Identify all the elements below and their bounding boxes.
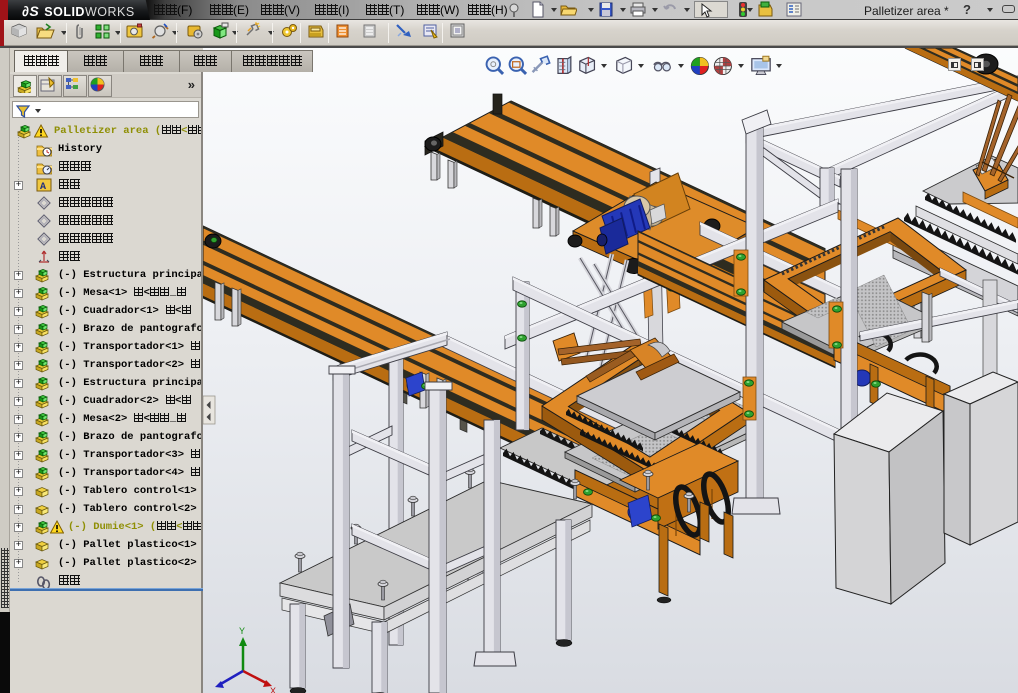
svg-text:A: A bbox=[40, 182, 46, 193]
svg-text:Y: Y bbox=[239, 626, 245, 636]
svg-text:X: X bbox=[270, 686, 276, 693]
